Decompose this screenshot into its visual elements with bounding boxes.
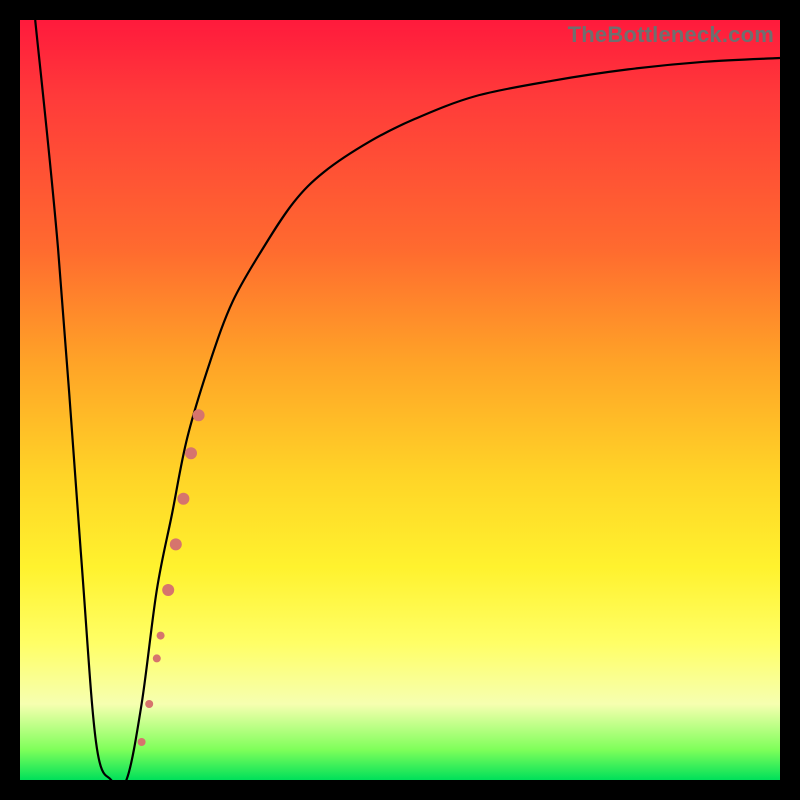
data-marker (170, 538, 182, 550)
data-marker (177, 493, 189, 505)
data-marker (153, 654, 161, 662)
data-marker (138, 738, 146, 746)
data-marker (193, 409, 205, 421)
data-marker (162, 584, 174, 596)
plot-area: TheBottleneck.com (20, 20, 780, 780)
data-marker (185, 447, 197, 459)
chart-frame: TheBottleneck.com (0, 0, 800, 800)
watermark-label: TheBottleneck.com (568, 22, 774, 48)
curve-path (35, 20, 780, 780)
data-markers (138, 409, 205, 746)
data-marker (145, 700, 153, 708)
bottleneck-curve (20, 20, 780, 780)
data-marker (157, 632, 165, 640)
